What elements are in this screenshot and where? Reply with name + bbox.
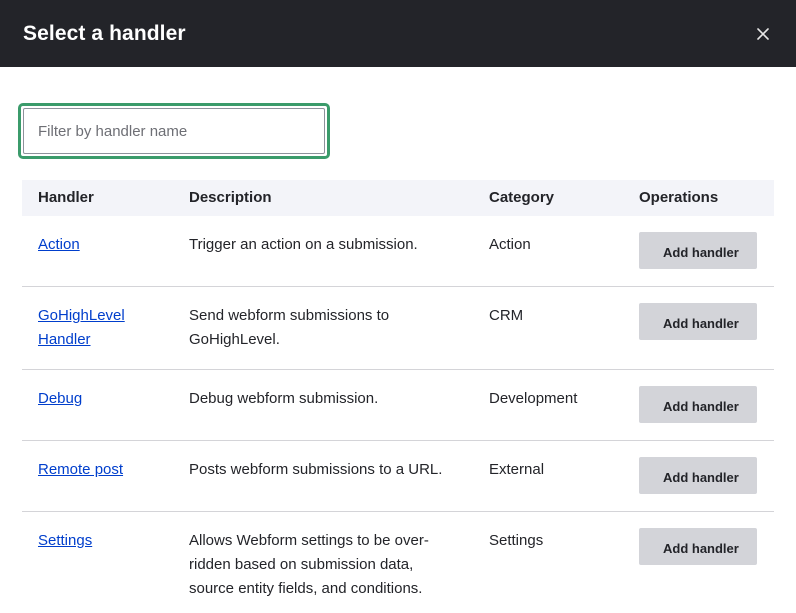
handler-link-remote-post[interactable]: Remote post — [38, 461, 123, 478]
add-handler-button[interactable]: Add handler — [639, 457, 757, 494]
header-operations: Operations — [623, 180, 774, 216]
close-icon — [757, 27, 769, 40]
handler-link-gohighlevel[interactable]: GoHighLevel Handler — [38, 307, 125, 348]
handler-cell: GoHighLevel Handler — [22, 286, 173, 370]
handler-link-settings[interactable]: Settings — [38, 532, 92, 549]
operations-cell: Add handler — [623, 440, 774, 512]
add-handler-button[interactable]: Add handler — [639, 303, 757, 340]
table-row: Remote post Posts webform submissions to… — [22, 440, 774, 512]
filter-focus-ring — [18, 103, 330, 159]
select-handler-dialog: Select a handler Handler Description Cat… — [0, 0, 796, 613]
operations-cell: Add handler — [623, 511, 774, 613]
dialog-title: Select a handler — [23, 21, 186, 45]
header-handler: Handler — [22, 180, 173, 216]
operations-cell: Add handler — [623, 369, 774, 441]
handlers-table: Handler Description Category Operations … — [22, 180, 774, 613]
handler-cell: Remote post — [22, 440, 173, 512]
header-category: Category — [473, 180, 623, 216]
description-cell: Posts webform submissions to a URL. — [173, 440, 473, 512]
category-cell: Development — [473, 369, 623, 441]
category-cell: Action — [473, 216, 623, 287]
filter-input[interactable] — [23, 108, 325, 154]
description-cell: Trigger an action on a submission. — [173, 216, 473, 287]
close-button[interactable] — [752, 23, 774, 45]
dialog-content: Handler Description Category Operations … — [0, 67, 796, 613]
table-row: Debug Debug webform submission. Developm… — [22, 369, 774, 441]
add-handler-button[interactable]: Add handler — [639, 528, 757, 565]
handler-cell: Settings — [22, 511, 173, 613]
handler-link-debug[interactable]: Debug — [38, 390, 82, 407]
operations-cell: Add handler — [623, 216, 774, 287]
description-cell: Allows Webform settings to be over-ridde… — [173, 511, 473, 613]
category-cell: CRM — [473, 286, 623, 370]
table-row: Settings Allows Webform settings to be o… — [22, 511, 774, 613]
add-handler-button[interactable]: Add handler — [639, 386, 757, 423]
description-cell: Debug webform submission. — [173, 369, 473, 441]
category-cell: Settings — [473, 511, 623, 613]
operations-cell: Add handler — [623, 286, 774, 370]
table-row: GoHighLevel Handler Send webform submiss… — [22, 286, 774, 370]
handler-link-action[interactable]: Action — [38, 236, 80, 253]
dialog-titlebar: Select a handler — [0, 0, 796, 67]
add-handler-button[interactable]: Add handler — [639, 232, 757, 269]
table-header-row: Handler Description Category Operations — [22, 180, 774, 216]
handler-cell: Action — [22, 216, 173, 287]
description-cell: Send webform submissions to GoHighLevel. — [173, 286, 473, 370]
category-cell: External — [473, 440, 623, 512]
header-description: Description — [173, 180, 473, 216]
table-row: Action Trigger an action on a submission… — [22, 216, 774, 287]
handler-cell: Debug — [22, 369, 173, 441]
